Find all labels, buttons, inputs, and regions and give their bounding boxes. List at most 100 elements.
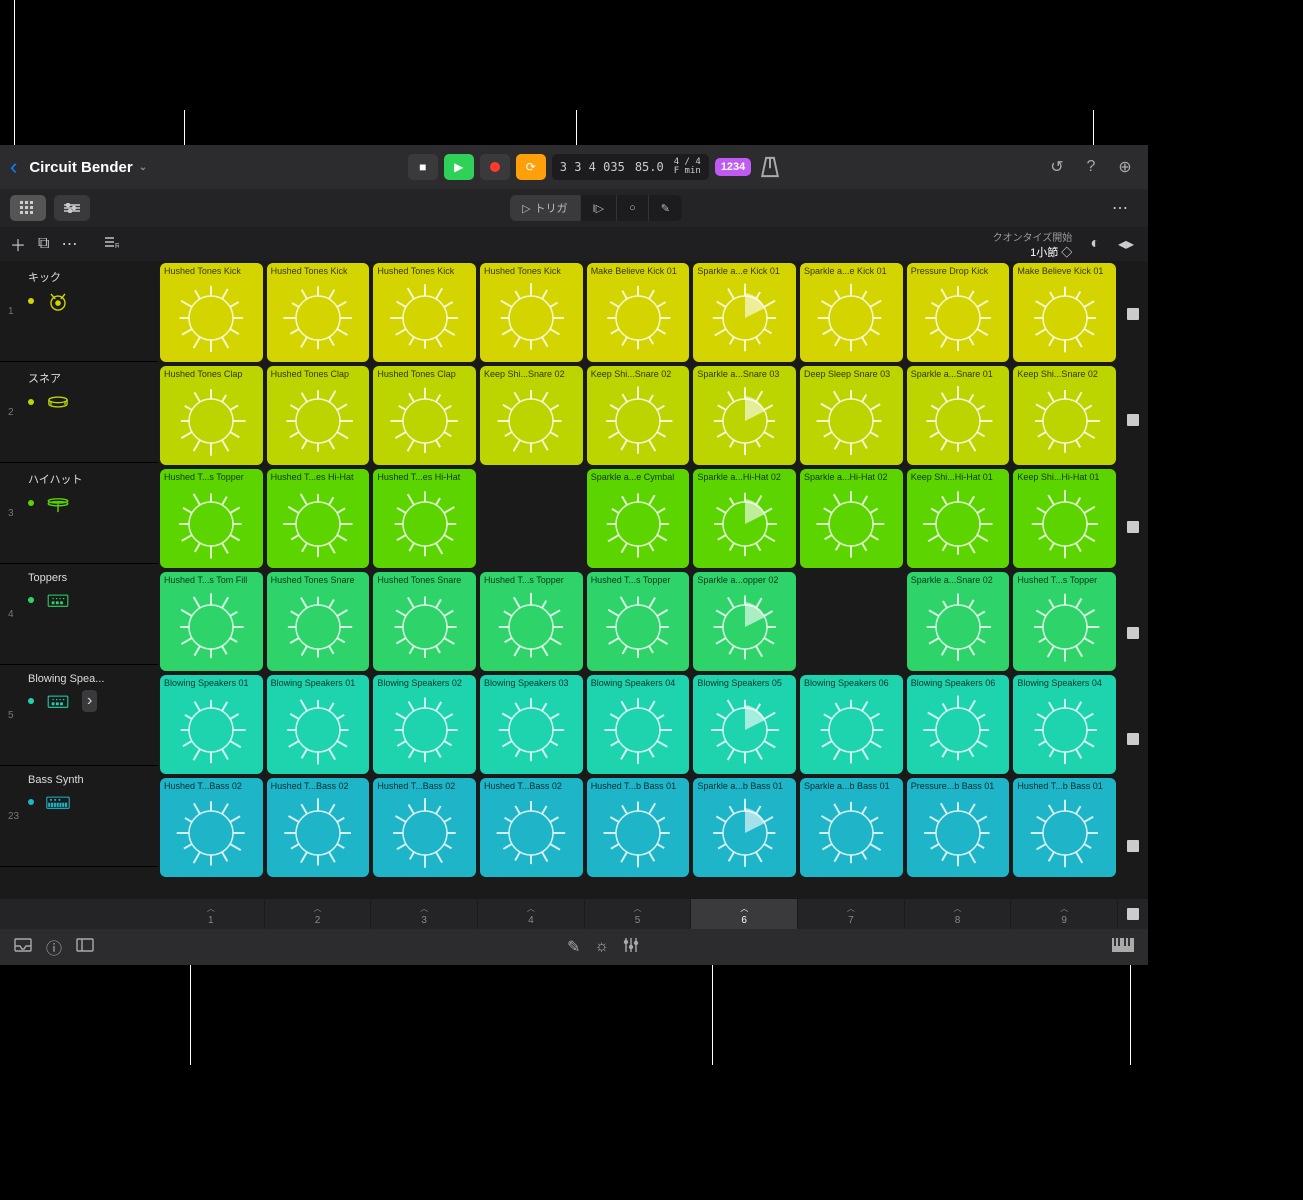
loop-cell[interactable]: Sparkle a...b Bass 01 <box>693 778 796 877</box>
loop-cell[interactable]: Hushed T...s Tom Fill <box>160 572 263 671</box>
loop-cell[interactable]: Hushed Tones Kick <box>160 263 263 362</box>
track-stop-button[interactable] <box>1118 793 1148 899</box>
mixer-view-button[interactable] <box>54 195 90 221</box>
sun-icon[interactable]: ☼ <box>594 938 609 956</box>
loop-cell[interactable]: Hushed Tones Kick <box>480 263 583 362</box>
loop-cell[interactable]: Make Believe Kick 01 <box>587 263 690 362</box>
loop-cell[interactable]: Hushed T...s Topper <box>587 572 690 671</box>
loop-cell[interactable]: Deep Sleep Snare 03 <box>800 366 903 465</box>
panel-icon[interactable] <box>76 938 94 957</box>
loop-cell[interactable]: Hushed Tones Kick <box>267 263 370 362</box>
back-button[interactable]: ‹ <box>10 154 17 180</box>
loop-cell[interactable]: Blowing Speakers 02 <box>373 675 476 774</box>
edit-mode-button[interactable]: ✎ <box>649 195 682 221</box>
record-button[interactable] <box>480 154 510 180</box>
scene-trigger[interactable]: ︿9 <box>1011 899 1118 929</box>
more-icon[interactable]: ⊕ <box>1112 154 1138 180</box>
overflow-button[interactable]: ⋯ <box>1102 195 1138 221</box>
loop-cell[interactable]: Hushed T...s Topper <box>1013 572 1116 671</box>
loop-cell[interactable]: Hushed T...Bass 02 <box>373 778 476 877</box>
loop-cell[interactable]: Pressure Drop Kick <box>907 263 1010 362</box>
loop-cell[interactable]: Sparkle a...Snare 01 <box>907 366 1010 465</box>
loop-cell[interactable]: Sparkle a...Snare 02 <box>907 572 1010 671</box>
loop-cell[interactable]: Hushed T...es Hi-Hat <box>373 469 476 568</box>
loop-cell[interactable]: Hushed Tones Kick <box>373 263 476 362</box>
loop-cell[interactable]: Keep Shi...Snare 02 <box>587 366 690 465</box>
loop-cell[interactable]: Hushed Tones Clap <box>267 366 370 465</box>
loop-cell[interactable]: Keep Shi...Snare 02 <box>1013 366 1116 465</box>
loop-cell[interactable]: Blowing Speakers 06 <box>907 675 1010 774</box>
loop-cell[interactable]: Hushed Tones Clap <box>373 366 476 465</box>
project-title[interactable]: Circuit Bender ⌄ <box>29 159 147 176</box>
track-header[interactable]: 2 スネア <box>0 362 158 463</box>
help-icon[interactable]: ? <box>1078 154 1104 180</box>
empty-cell[interactable] <box>800 572 903 671</box>
loop-cell[interactable]: Blowing Speakers 05 <box>693 675 796 774</box>
track-header[interactable]: 4 Toppers <box>0 564 158 665</box>
scene-trigger[interactable]: ︿5 <box>585 899 692 929</box>
track-header[interactable]: 5 Blowing Spea... › <box>0 665 158 766</box>
loop-cell[interactable]: Hushed T...es Hi-Hat <box>267 469 370 568</box>
loop-cell[interactable]: Keep Shi...Hi-Hat 01 <box>1013 469 1116 568</box>
stop-all-button[interactable] <box>1118 899 1148 929</box>
empty-cell[interactable] <box>480 469 583 568</box>
loop-cell[interactable]: Sparkle a...e Kick 01 <box>800 263 903 362</box>
cycle-button[interactable]: ⟳ <box>516 154 546 180</box>
loop-cell[interactable]: Blowing Speakers 04 <box>587 675 690 774</box>
mixer-icon[interactable] <box>623 938 639 957</box>
gain-icon[interactable]: ◐ <box>1090 235 1100 253</box>
volume-icon[interactable]: ◂▸ <box>1118 234 1134 254</box>
lcd-display[interactable]: 3 3 4 035 85.0 4 / 4 F min <box>552 154 709 180</box>
loop-cell[interactable]: Blowing Speakers 01 <box>160 675 263 774</box>
scene-trigger[interactable]: ︿6 <box>691 899 798 929</box>
track-header[interactable]: 3 ハイハット <box>0 463 158 564</box>
track-options-button[interactable]: ⋯ <box>61 234 77 254</box>
scene-trigger[interactable]: ︿2 <box>265 899 372 929</box>
loop-cell[interactable]: Hushed T...s Topper <box>160 469 263 568</box>
loop-cell[interactable]: Hushed T...Bass 02 <box>480 778 583 877</box>
pencil-icon[interactable]: ✎ <box>567 937 580 957</box>
quantize-start[interactable]: クオンタイズ開始 1小節 ◇ <box>993 229 1073 260</box>
trigger-mode-button[interactable]: ▷ トリガ <box>510 195 580 221</box>
track-header[interactable]: 23 Bass Synth <box>0 766 158 867</box>
add-track-button[interactable]: ＋ <box>10 232 26 256</box>
play-button[interactable]: ▶ <box>444 154 474 180</box>
track-stop-button[interactable] <box>1118 367 1148 473</box>
track-stop-button[interactable] <box>1118 686 1148 792</box>
scene-trigger[interactable]: ︿3 <box>371 899 478 929</box>
loop-cell[interactable]: Blowing Speakers 03 <box>480 675 583 774</box>
loop-cell[interactable]: Keep Shi...Snare 02 <box>480 366 583 465</box>
expand-track-button[interactable]: › <box>82 690 97 712</box>
retrigger-mode-button[interactable]: I▷ <box>581 195 618 221</box>
loop-mode-button[interactable]: ○ <box>617 195 649 221</box>
loop-cell[interactable]: Sparkle a...e Cymbal <box>587 469 690 568</box>
loop-cell[interactable]: Blowing Speakers 04 <box>1013 675 1116 774</box>
scene-trigger[interactable]: ︿8 <box>905 899 1012 929</box>
track-stop-button[interactable] <box>1118 580 1148 686</box>
count-in-button[interactable]: 1234 <box>715 158 751 176</box>
loop-cell[interactable]: Hushed T...Bass 02 <box>160 778 263 877</box>
inbox-icon[interactable] <box>14 938 32 957</box>
scene-trigger[interactable]: ︿4 <box>478 899 585 929</box>
track-list-button[interactable]: R <box>105 235 119 253</box>
loop-cell[interactable]: Hushed Tones Clap <box>160 366 263 465</box>
loop-cell[interactable]: Hushed T...Bass 02 <box>267 778 370 877</box>
loop-cell[interactable]: Sparkle a...Snare 03 <box>693 366 796 465</box>
loop-cell[interactable]: Sparkle a...Hi-Hat 02 <box>693 469 796 568</box>
loop-cell[interactable]: Hushed T...s Topper <box>480 572 583 671</box>
track-stop-button[interactable] <box>1118 261 1148 367</box>
loop-cell[interactable]: Make Believe Kick 01 <box>1013 263 1116 362</box>
loop-cell[interactable]: Sparkle a...e Kick 01 <box>693 263 796 362</box>
track-header[interactable]: 1 キック <box>0 261 158 362</box>
loop-cell[interactable]: Keep Shi...Hi-Hat 01 <box>907 469 1010 568</box>
loop-cell[interactable]: Hushed T...b Bass 01 <box>1013 778 1116 877</box>
loop-cell[interactable]: Blowing Speakers 06 <box>800 675 903 774</box>
duplicate-track-button[interactable]: ⧉ <box>38 235 49 253</box>
scene-trigger[interactable]: ︿1 <box>158 899 265 929</box>
loop-cell[interactable]: Hushed Tones Snare <box>373 572 476 671</box>
metronome-icon[interactable] <box>757 154 783 180</box>
grid-view-button[interactable] <box>10 195 46 221</box>
track-stop-button[interactable] <box>1118 474 1148 580</box>
loop-cell[interactable]: Sparkle a...opper 02 <box>693 572 796 671</box>
scene-trigger[interactable]: ︿7 <box>798 899 905 929</box>
